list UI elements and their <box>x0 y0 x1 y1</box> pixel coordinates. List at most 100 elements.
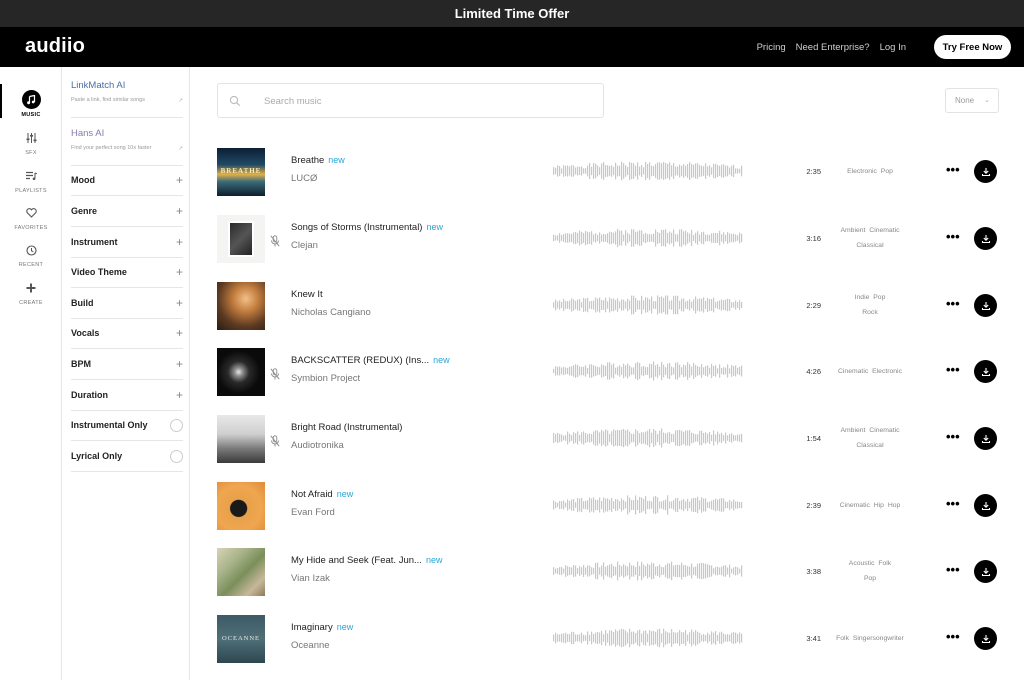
track-title-line[interactable]: Knew It <box>291 289 323 300</box>
track-title-line[interactable]: Imaginary new <box>291 622 353 633</box>
track-row[interactable]: OCEANNE Imaginary new Oceanne 3:41 Folk S… <box>217 605 1007 671</box>
download-button[interactable] <box>974 360 997 383</box>
track-duration: 2:35 <box>806 167 821 176</box>
download-button[interactable] <box>974 227 997 250</box>
track-artist[interactable]: Evan Ford <box>291 507 335 518</box>
waveform[interactable] <box>553 494 743 516</box>
sort-select[interactable]: None ⌄ <box>945 88 999 113</box>
logo[interactable]: audiio <box>25 35 85 58</box>
more-options-icon[interactable]: ••• <box>946 496 960 511</box>
login-link[interactable]: Log In <box>880 42 906 53</box>
filter-video-theme[interactable]: Video Theme + <box>71 257 183 288</box>
download-button[interactable] <box>974 494 997 517</box>
track-artist[interactable]: LUCØ <box>291 173 317 184</box>
genre-text: Ambient Cinematic Classical <box>840 227 900 249</box>
album-cover[interactable] <box>217 415 265 463</box>
microphone-off-icon <box>270 368 280 380</box>
track-genres: Cinematic Electronic <box>825 338 915 404</box>
track-artist[interactable]: Clejan <box>291 240 318 251</box>
album-cover[interactable] <box>217 482 265 530</box>
linkmatch-title: LinkMatch AI <box>71 80 126 91</box>
download-button[interactable] <box>974 427 997 450</box>
waveform[interactable] <box>553 227 743 249</box>
track-row[interactable]: Knew It Nicholas Cangiano 2:29 Indie Pop… <box>217 272 1007 338</box>
track-artist[interactable]: Vian Izak <box>291 573 330 584</box>
rail-item-sfx[interactable]: SFX <box>0 129 62 156</box>
track-title-line[interactable]: Breathe new <box>291 155 345 166</box>
linkmatch-ai[interactable]: LinkMatch AI Paste a link, find similar … <box>71 80 183 118</box>
expand-plus-icon: + <box>175 204 183 218</box>
filter-lyrical-only[interactable]: Lyrical Only <box>71 441 183 472</box>
track-artist[interactable]: Nicholas Cangiano <box>291 307 371 318</box>
sliders-icon <box>22 129 40 147</box>
new-badge: new <box>433 355 450 365</box>
download-button[interactable] <box>974 627 997 650</box>
track-artist[interactable]: Oceanne <box>291 640 330 651</box>
track-row[interactable]: Songs of Storms (Instrumental) new Clejan… <box>217 205 1007 271</box>
more-options-icon[interactable]: ••• <box>946 629 960 644</box>
filter-genre[interactable]: Genre + <box>71 196 183 227</box>
lyrical-only-radio[interactable] <box>170 449 183 463</box>
download-button[interactable] <box>974 294 997 317</box>
album-cover[interactable] <box>217 348 265 396</box>
rail-item-recent[interactable]: RECENT <box>0 241 62 268</box>
track-artist[interactable]: Symbion Project <box>291 373 360 384</box>
hans-ai[interactable]: Hans AI Find your perfect song 10x faste… <box>71 128 183 166</box>
rail-item-favorites[interactable]: FAVORITES <box>0 204 62 231</box>
filter-label: Instrument <box>71 237 118 247</box>
download-button[interactable] <box>974 560 997 583</box>
waveform[interactable] <box>553 360 743 382</box>
track-row[interactable]: Bright Road (Instrumental) Audiotronika … <box>217 405 1007 471</box>
rail-item-music[interactable]: MUSIC <box>0 90 62 118</box>
more-options-icon[interactable]: ••• <box>946 429 960 444</box>
filter-duration[interactable]: Duration + <box>71 380 183 411</box>
album-cover[interactable] <box>217 215 265 263</box>
waveform[interactable] <box>553 627 743 649</box>
enterprise-link[interactable]: Need Enterprise? <box>796 42 870 53</box>
track-row[interactable]: My Hide and Seek (Feat. Jun... new Vian I… <box>217 538 1007 604</box>
filter-instrumental-only[interactable]: Instrumental Only <box>71 410 183 441</box>
more-options-icon[interactable]: ••• <box>946 362 960 377</box>
filter-instrument[interactable]: Instrument + <box>71 227 183 258</box>
expand-plus-icon: + <box>175 326 183 340</box>
more-options-icon[interactable]: ••• <box>946 162 960 177</box>
expand-plus-icon: + <box>175 296 183 310</box>
cover-title: OCEANNE <box>221 635 261 642</box>
pricing-link[interactable]: Pricing <box>757 42 786 53</box>
track-row[interactable]: BREATHE Breathe new LUCØ 2:35 Electronic … <box>217 138 1007 204</box>
more-options-icon[interactable]: ••• <box>946 296 960 311</box>
waveform[interactable] <box>553 160 743 182</box>
album-cover[interactable]: BREATHE <box>217 148 265 196</box>
download-icon <box>981 301 990 310</box>
filter-vocals[interactable]: Vocals + <box>71 318 183 349</box>
track-title-line[interactable]: BACKSCATTER (REDUX) (Ins... new <box>291 355 450 366</box>
filter-mood[interactable]: Mood + <box>71 165 183 196</box>
track-row[interactable]: Not Afraid new Evan Ford 2:39 Cinematic H… <box>217 472 1007 538</box>
track-title-line[interactable]: Not Afraid new <box>291 489 353 500</box>
track-row[interactable]: BACKSCATTER (REDUX) (Ins... new Symbion P… <box>217 338 1007 404</box>
more-options-icon[interactable]: ••• <box>946 562 960 577</box>
filter-bpm[interactable]: BPM + <box>71 349 183 380</box>
waveform[interactable] <box>553 294 743 316</box>
rail-label-favorites: FAVORITES <box>14 225 48 231</box>
rail-item-create[interactable]: CREATE <box>0 279 62 306</box>
hans-subtitle: Find your perfect song 10x faster <box>71 145 152 151</box>
track-title-line[interactable]: Bright Road (Instrumental) <box>291 422 402 433</box>
search-input[interactable] <box>264 93 584 109</box>
download-button[interactable] <box>974 160 997 183</box>
rail-item-playlists[interactable]: PLAYLISTS <box>0 167 62 194</box>
try-free-button[interactable]: Try Free Now <box>934 35 1011 59</box>
track-title-line[interactable]: My Hide and Seek (Feat. Jun... new <box>291 555 442 566</box>
track-title: BACKSCATTER (REDUX) (Ins... <box>291 355 430 366</box>
waveform[interactable] <box>553 427 743 449</box>
instrumental-only-radio[interactable] <box>170 418 183 432</box>
album-cover[interactable] <box>217 282 265 330</box>
track-artist[interactable]: Audiotronika <box>291 440 344 451</box>
album-cover[interactable] <box>217 548 265 596</box>
album-cover[interactable]: OCEANNE <box>217 615 265 663</box>
filter-build[interactable]: Build + <box>71 288 183 319</box>
more-options-icon[interactable]: ••• <box>946 229 960 244</box>
waveform[interactable] <box>553 560 743 582</box>
promo-banner[interactable]: Limited Time Offer <box>0 0 1024 27</box>
track-title-line[interactable]: Songs of Storms (Instrumental) new <box>291 222 443 233</box>
